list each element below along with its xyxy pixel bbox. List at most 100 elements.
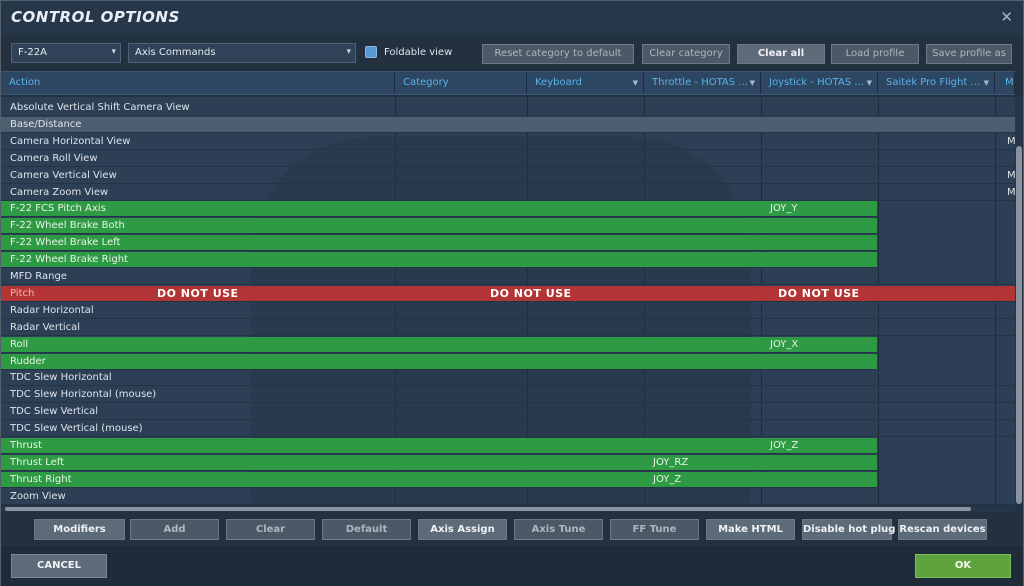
binding-cell[interactable] <box>995 370 1015 386</box>
binding-cell[interactable] <box>761 320 878 336</box>
binding-cell[interactable] <box>395 455 527 471</box>
table-row[interactable]: TDC Slew Vertical (mouse) <box>1 421 1015 438</box>
reset-category-button[interactable]: Reset category to default <box>482 44 634 64</box>
binding-cell[interactable] <box>644 354 761 370</box>
binding-cell[interactable] <box>395 489 527 505</box>
column-header-category[interactable]: Category <box>395 72 527 94</box>
binding-cell[interactable] <box>878 303 995 319</box>
binding-cell[interactable] <box>761 455 878 471</box>
binding-cell[interactable] <box>527 151 644 167</box>
binding-cell[interactable] <box>527 354 644 370</box>
binding-cell[interactable] <box>527 421 644 437</box>
binding-cell[interactable] <box>761 387 878 403</box>
binding-cell[interactable] <box>395 370 527 386</box>
table-row[interactable]: Camera Vertical View M <box>1 168 1015 184</box>
binding-cell[interactable] <box>878 100 995 116</box>
binding-cell[interactable] <box>395 354 527 370</box>
table-row[interactable]: Roll JOY_X <box>1 336 878 353</box>
binding-cell[interactable] <box>395 117 527 133</box>
add-button[interactable]: Add <box>130 519 219 540</box>
category-filter-select[interactable]: Axis Commands ▾ <box>128 43 356 63</box>
binding-cell[interactable] <box>527 218 644 234</box>
binding-cell[interactable] <box>878 235 995 251</box>
binding-cell[interactable] <box>527 472 644 488</box>
column-header-action[interactable]: Action <box>1 72 395 94</box>
binding-cell[interactable] <box>644 370 761 386</box>
binding-cell[interactable] <box>395 151 527 167</box>
binding-cell[interactable] <box>644 235 761 251</box>
binding-cell[interactable] <box>395 235 527 251</box>
binding-cell[interactable] <box>527 269 644 285</box>
column-header-saitek[interactable]: Saitek Pro Flight ... ▼ <box>878 72 995 94</box>
binding-cell[interactable] <box>761 185 878 201</box>
table-row[interactable]: Camera Zoom View M <box>1 185 1015 201</box>
binding-cell[interactable] <box>527 438 644 454</box>
axis-tune-button[interactable]: Axis Tune <box>514 519 603 540</box>
binding-cell[interactable] <box>395 252 527 268</box>
binding-cell[interactable] <box>644 489 761 505</box>
binding-cell[interactable] <box>995 455 1015 471</box>
binding-cell[interactable] <box>878 201 995 217</box>
binding-cell[interactable] <box>644 269 761 285</box>
binding-cell[interactable]: M <box>995 134 1015 150</box>
save-profile-button[interactable]: Save profile as <box>926 44 1012 64</box>
binding-cell[interactable] <box>644 421 761 437</box>
binding-cell[interactable] <box>995 269 1015 285</box>
binding-cell[interactable] <box>761 100 878 116</box>
table-row[interactable]: F-22 FCS Pitch Axis JOY_Y <box>1 201 878 218</box>
binding-cell[interactable] <box>527 303 644 319</box>
binding-cell[interactable]: JOY_RZ <box>644 455 761 471</box>
table-row[interactable]: Camera Roll View <box>1 151 1015 167</box>
binding-cell[interactable] <box>395 218 527 234</box>
binding-cell[interactable] <box>995 472 1015 488</box>
table-row[interactable]: Pitch DO NOT USE DO NOT USE DO NOT USE <box>1 285 1015 302</box>
binding-cell[interactable]: JOY_Y <box>761 201 878 217</box>
binding-cell[interactable] <box>995 218 1015 234</box>
binding-cell[interactable] <box>395 387 527 403</box>
binding-cell[interactable] <box>878 404 995 420</box>
table-row[interactable]: Zoom View <box>1 489 1015 505</box>
ok-button[interactable]: OK <box>915 554 1011 578</box>
disable-hot-plug-button[interactable]: Disable hot plug <box>802 519 895 540</box>
binding-cell[interactable] <box>644 185 761 201</box>
binding-cell[interactable] <box>995 404 1015 420</box>
table-row[interactable]: Thrust JOY_Z <box>1 438 877 454</box>
binding-cell[interactable] <box>878 489 995 505</box>
binding-cell[interactable] <box>644 303 761 319</box>
table-row[interactable]: F-22 Wheel Brake Left <box>1 235 877 252</box>
binding-cell[interactable] <box>395 185 527 201</box>
modifiers-button[interactable]: Modifiers <box>34 519 125 540</box>
binding-cell[interactable] <box>878 117 995 133</box>
binding-cell[interactable] <box>878 387 995 403</box>
binding-cell[interactable] <box>395 201 527 217</box>
binding-cell[interactable] <box>527 185 644 201</box>
ff-tune-button[interactable]: FF Tune <box>610 519 699 540</box>
binding-cell[interactable] <box>527 134 644 150</box>
binding-cell[interactable] <box>527 168 644 184</box>
binding-cell[interactable] <box>395 320 527 336</box>
binding-cell[interactable] <box>644 320 761 336</box>
binding-cell[interactable]: JOY_X <box>761 337 878 353</box>
binding-cell[interactable] <box>527 235 644 251</box>
binding-cell[interactable] <box>527 117 644 133</box>
aircraft-select[interactable]: F-22A ▾ <box>11 43 121 63</box>
table-row[interactable]: TDC Slew Vertical <box>1 404 1015 421</box>
table-row[interactable]: F-22 Wheel Brake Both <box>1 218 877 235</box>
binding-cell[interactable] <box>995 303 1015 319</box>
binding-cell[interactable] <box>395 269 527 285</box>
table-row[interactable]: Thrust Left JOY_RZ <box>1 454 878 471</box>
column-header-keyboard[interactable]: Keyboard ▼ <box>527 72 644 94</box>
binding-cell[interactable] <box>761 269 878 285</box>
binding-cell[interactable] <box>527 252 644 268</box>
binding-cell[interactable] <box>527 100 644 116</box>
binding-cell[interactable] <box>878 168 995 184</box>
binding-cell[interactable] <box>995 235 1015 251</box>
binding-cell[interactable] <box>878 370 995 386</box>
binding-cell[interactable] <box>644 337 761 353</box>
table-row[interactable]: TDC Slew Horizontal <box>1 370 1015 387</box>
binding-cell[interactable] <box>995 489 1015 505</box>
horizontal-scrollbar-thumb[interactable] <box>5 507 971 511</box>
binding-cell[interactable] <box>527 489 644 505</box>
binding-cell[interactable] <box>644 201 761 217</box>
binding-cell[interactable]: M <box>995 168 1015 184</box>
